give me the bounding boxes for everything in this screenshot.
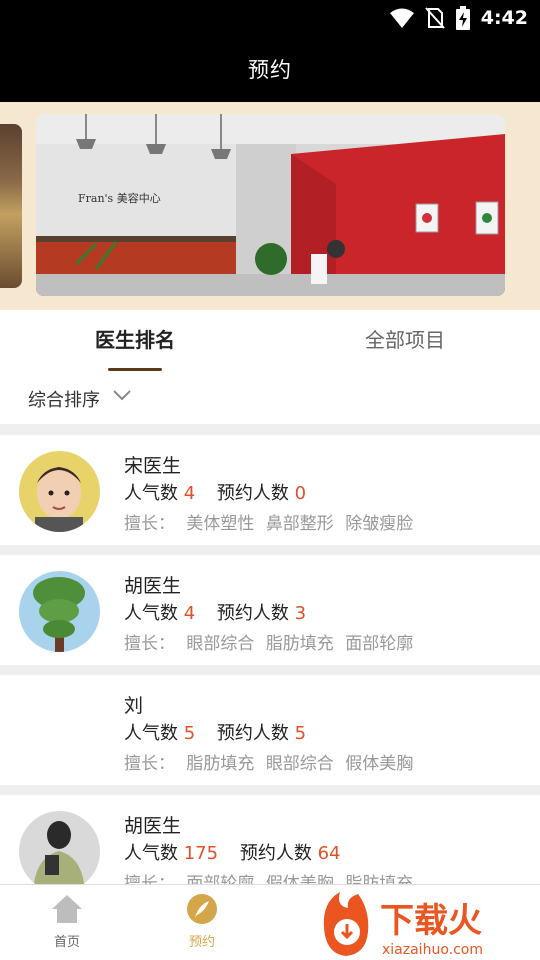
sort-label: 综合排序 <box>28 390 100 411</box>
popularity-value: 4 <box>183 483 196 504</box>
specialty-tag: 美体塑性 <box>186 514 255 534</box>
doctor-stats: 人气数 5 预约人数 5 <box>124 719 306 745</box>
nav-appointment[interactable]: 预约 <box>162 893 242 950</box>
popularity-value: 4 <box>183 603 196 624</box>
appointments-label: 预约人数 <box>216 483 289 504</box>
specialty-tag: 鼻部整形 <box>265 514 334 534</box>
doctor-card[interactable]: 刘 人气数 5 预约人数 5 擅长： 脂肪填充 眼部综合 假体美胸 <box>0 675 540 785</box>
watermark-domain: xiazaihuo.com <box>382 942 483 958</box>
status-bar: 4:42 <box>0 0 540 36</box>
banner-sign-text: Fran's 美容中心 <box>78 191 161 205</box>
avatar <box>19 571 100 652</box>
home-icon <box>52 895 82 923</box>
quill-icon <box>187 894 217 924</box>
sort-dropdown[interactable]: 综合排序 <box>0 374 540 424</box>
specialty-tag: 除皱瘦脸 <box>345 514 414 534</box>
battery-charging-icon <box>455 6 470 30</box>
appointments-label: 预约人数 <box>216 603 289 624</box>
nav-appointment-label: 预约 <box>188 935 215 950</box>
specialty-tag: 面部轮廓 <box>345 634 414 654</box>
tab-active-indicator <box>108 368 162 371</box>
popularity-value: 175 <box>183 843 219 864</box>
tab-doctor-ranking[interactable]: 医生排名 <box>35 324 235 353</box>
page-title: 预约 <box>248 58 292 82</box>
banner-carousel[interactable]: Fran's 美容中心 <box>0 102 540 310</box>
appointments-value: 3 <box>294 603 307 624</box>
popularity-label: 人气数 <box>124 483 178 504</box>
specialty-tag: 脂肪填充 <box>345 874 414 884</box>
doctor-name: 宋医生 <box>124 455 182 477</box>
watermark-logo: 下载火 xiazaihuo.com <box>318 888 540 960</box>
nav-home-label: 首页 <box>53 935 80 950</box>
specialty-label: 擅长： <box>124 874 175 884</box>
specialty-tag: 脂肪填充 <box>265 634 334 654</box>
appointments-label: 预约人数 <box>216 723 289 744</box>
banner-image[interactable]: Fran's 美容中心 <box>36 114 505 296</box>
appointments-value: 5 <box>294 723 307 744</box>
appointments-label: 预约人数 <box>239 843 312 864</box>
appointments-value: 64 <box>317 843 341 864</box>
popularity-value: 5 <box>183 723 196 744</box>
specialty-tag: 眼部综合 <box>186 634 255 654</box>
specialty-tag: 假体美胸 <box>345 754 414 774</box>
doctor-name: 胡医生 <box>124 575 182 597</box>
tab-bar: 医生排名 全部项目 <box>0 310 540 374</box>
status-time: 4:42 <box>480 7 528 29</box>
popularity-label: 人气数 <box>124 603 178 624</box>
specialty-tag: 脂肪填充 <box>186 754 255 774</box>
status-icons: 4:42 <box>389 6 528 30</box>
doctor-stats: 人气数 4 预约人数 0 <box>124 479 306 505</box>
doctor-specialties: 擅长： 眼部综合 脂肪填充 面部轮廓 <box>124 629 419 654</box>
doctor-name: 刘 <box>124 695 144 717</box>
doctor-specialties: 擅长： 面部轮廓 假体美胸 脂肪填充 <box>124 869 419 884</box>
specialty-label: 擅长： <box>124 754 175 774</box>
chevron-down-icon <box>113 390 131 401</box>
avatar <box>19 811 100 884</box>
doctor-name: 胡医生 <box>124 815 182 837</box>
salon-interior-illustration: Fran's 美容中心 <box>36 114 505 296</box>
doctor-specialties: 擅长： 脂肪填充 眼部综合 假体美胸 <box>124 749 419 774</box>
doctor-card[interactable]: 胡医生 人气数 4 预约人数 3 擅长： 眼部综合 脂肪填充 面部轮廓 <box>0 555 540 665</box>
specialty-tag: 眼部综合 <box>265 754 334 774</box>
specialty-tag: 假体美胸 <box>265 874 334 884</box>
specialty-label: 擅长： <box>124 514 175 534</box>
doctor-stats: 人气数 4 预约人数 3 <box>124 599 306 625</box>
no-sim-icon <box>424 7 445 29</box>
banner-prev-slide[interactable] <box>0 124 22 288</box>
doctor-specialties: 擅长： 美体塑性 鼻部整形 除皱瘦脸 <box>124 509 419 534</box>
nav-home[interactable]: 首页 <box>27 893 107 950</box>
appointments-value: 0 <box>294 483 307 504</box>
specialty-label: 擅长： <box>124 634 175 654</box>
title-bar: 预约 <box>0 36 540 102</box>
popularity-label: 人气数 <box>124 843 178 864</box>
wifi-icon <box>389 8 414 28</box>
watermark-text: 下载火 <box>380 901 482 941</box>
specialty-tag: 面部轮廓 <box>186 874 255 884</box>
avatar <box>19 451 100 532</box>
tab-all-projects[interactable]: 全部项目 <box>305 324 505 353</box>
doctor-stats: 人气数 175 预约人数 64 <box>124 839 340 865</box>
popularity-label: 人气数 <box>124 723 178 744</box>
doctor-card[interactable]: 宋医生 人气数 4 预约人数 0 擅长： 美体塑性 鼻部整形 除皱瘦脸 <box>0 435 540 545</box>
doctor-card[interactable]: 胡医生 人气数 175 预约人数 64 擅长： 面部轮廓 假体美胸 脂肪填充 <box>0 795 540 884</box>
